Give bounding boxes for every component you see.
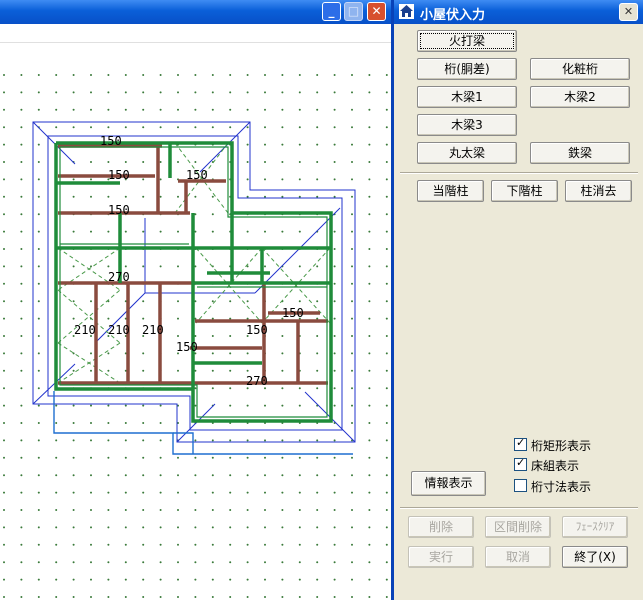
panel-title: 小屋伏入力	[420, 8, 486, 23]
roof-input-panel: 小屋伏入力 ✕ 火打梁 桁(胴差) 化粧桁 木梁1 木梁2 木梁3 丸太梁 鉄梁…	[391, 0, 643, 600]
decorative-girder-button[interactable]: 化粧桁	[530, 58, 630, 80]
maximize-icon: □	[347, 4, 360, 18]
checkbox-label: 桁寸法表示	[531, 480, 592, 494]
wood-beam-2-button[interactable]: 木梁2	[530, 86, 630, 108]
erase-column-button[interactable]: 柱消去	[565, 180, 632, 202]
panel-title-bar: 小屋伏入力 ✕	[394, 0, 643, 24]
execute-button[interactable]: 実行	[408, 546, 474, 568]
panel-close-button[interactable]: ✕	[619, 3, 638, 21]
info-display-button[interactable]: 情報表示	[411, 471, 486, 496]
checkbox-box[interactable]	[514, 479, 527, 492]
separator	[400, 507, 638, 509]
dim-label: 150	[176, 340, 198, 354]
face-clear-button[interactable]: ﾌｪｰｽｸﾘｱ	[562, 516, 628, 538]
finish-button[interactable]: 終了(X)	[562, 546, 628, 568]
wood-beam-1-button[interactable]: 木梁1	[417, 86, 517, 108]
wood-beam-3-button[interactable]: 木梁3	[417, 114, 517, 136]
current-floor-column-button[interactable]: 当階柱	[417, 180, 484, 202]
close-icon: ✕	[623, 5, 634, 18]
lower-floor-column-button[interactable]: 下階柱	[491, 180, 558, 202]
dim-label: 150	[100, 134, 122, 148]
dim-label: 210	[108, 323, 130, 337]
cancel-button[interactable]: 取消	[485, 546, 551, 568]
dim-label: 150	[108, 203, 130, 217]
dim-label: 150	[108, 168, 130, 182]
cad-toolbar-strip	[0, 24, 391, 43]
close-button[interactable]: ✕	[367, 2, 386, 21]
dim-label: 150	[282, 306, 304, 320]
dim-label: 270	[108, 270, 130, 284]
dim-label: 210	[142, 323, 164, 337]
girder-button[interactable]: 桁(胴差)	[417, 58, 517, 80]
check-icon: ✓	[516, 436, 526, 449]
range-delete-button[interactable]: 区間削除	[485, 516, 551, 538]
dim-label: 150	[186, 168, 208, 182]
check-icon: ✓	[516, 456, 526, 469]
maximize-button[interactable]: □	[344, 2, 363, 21]
hiuchi-beam-button[interactable]: 火打梁	[417, 30, 517, 52]
checkbox-label: 桁矩形表示	[531, 439, 592, 453]
close-icon: ✕	[371, 4, 382, 18]
plan-canvas[interactable]: 150 150 150 150 270 210 210 210 150 150 …	[0, 43, 391, 600]
separator	[400, 172, 638, 174]
cad-title-bar: _ □ ✕	[0, 0, 391, 24]
dim-label: 210	[74, 323, 96, 337]
dim-label: 270	[246, 374, 268, 388]
checkbox-box[interactable]: ✓	[514, 436, 527, 451]
delete-button[interactable]: 削除	[408, 516, 474, 538]
cad-window: _ □ ✕ 150 150 150 150 270 210 210 210 15…	[0, 0, 391, 600]
house-icon	[399, 4, 414, 19]
minimize-icon: _	[328, 4, 335, 18]
checkbox-label: 床組表示	[531, 459, 580, 473]
dimension-labels: 150 150 150 150 270 210 210 210 150 150 …	[74, 134, 304, 388]
log-beam-button[interactable]: 丸太梁	[417, 142, 517, 164]
dim-label: 150	[246, 323, 268, 337]
checkbox-box[interactable]: ✓	[514, 456, 527, 471]
minimize-button[interactable]: _	[322, 2, 341, 21]
steel-beam-button[interactable]: 鉄梁	[530, 142, 630, 164]
